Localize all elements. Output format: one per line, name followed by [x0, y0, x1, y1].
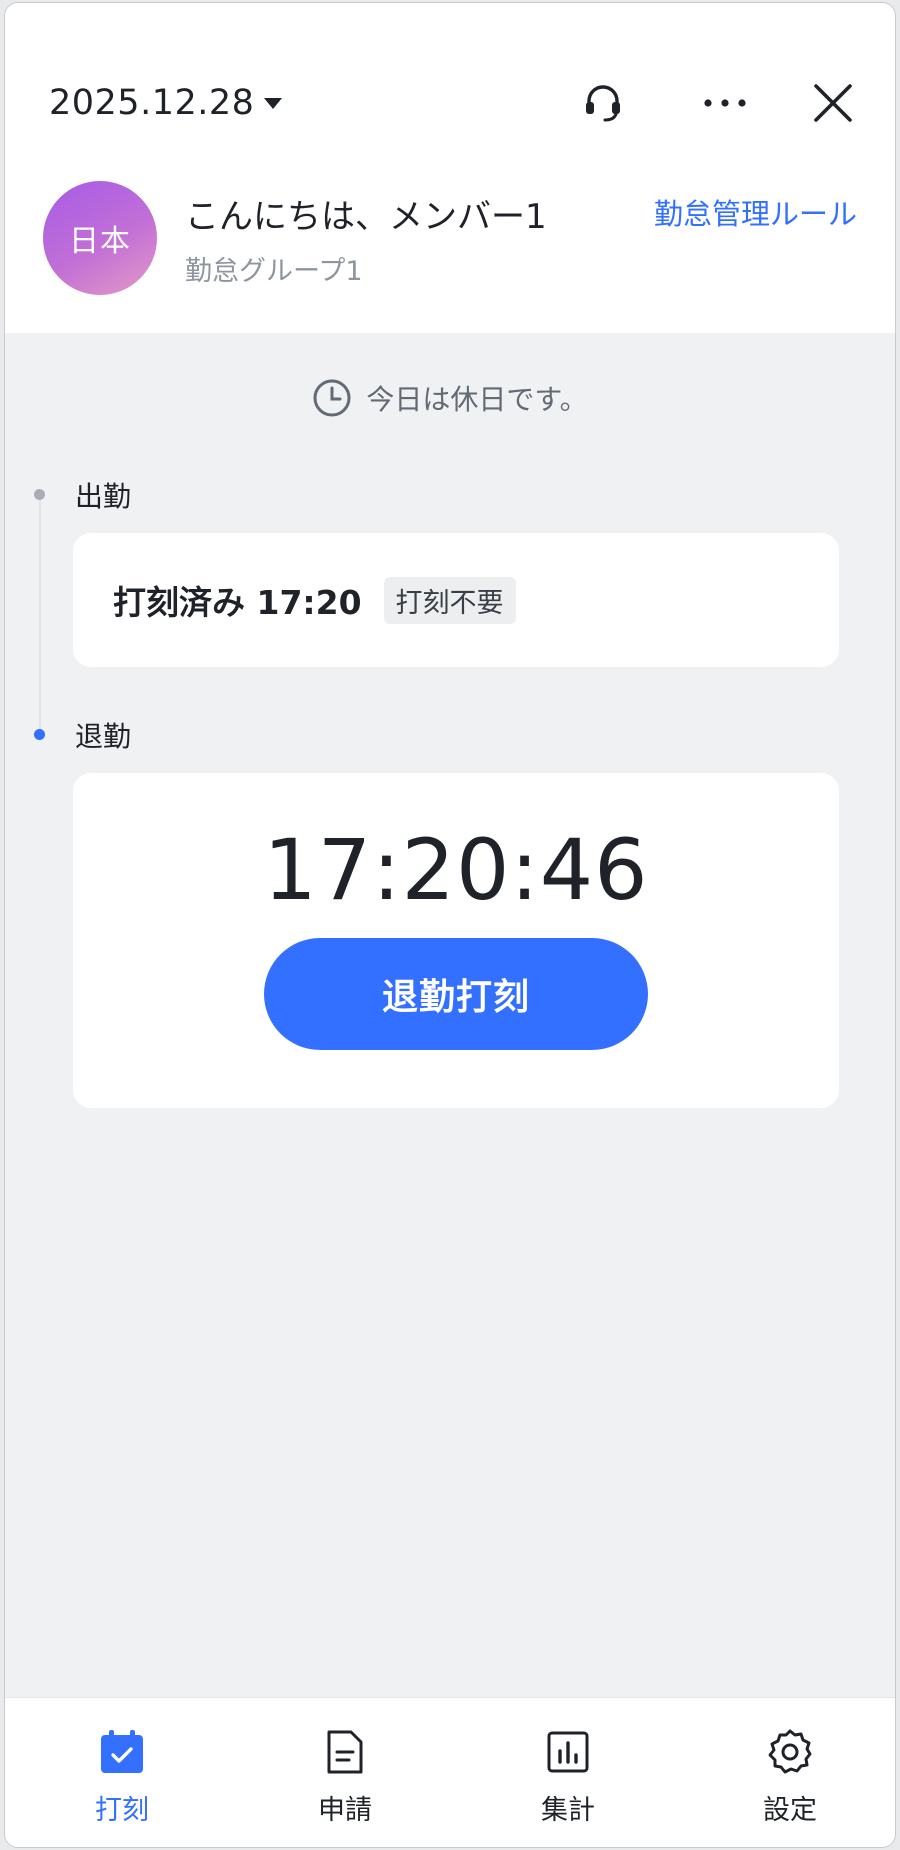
- attendance-window: 2025.12.28 日本 こんにちは、メンバー1 勤怠グループ1 勤怠管理ルー…: [4, 2, 896, 1848]
- group-name: 勤怠グループ1: [185, 256, 363, 287]
- gear-icon: [764, 1726, 816, 1778]
- tab-summary-label: 集計: [541, 1795, 595, 1826]
- punch-calendar-icon: [96, 1726, 148, 1778]
- holiday-message: 今日は休日です。: [366, 383, 588, 416]
- tab-punch-label: 打刻: [95, 1795, 149, 1826]
- profile-section: 日本 こんにちは、メンバー1 勤怠グループ1 勤怠管理ルール: [5, 173, 895, 303]
- current-time: 17:20:46: [263, 821, 649, 919]
- greeting-text: こんにちは、メンバー1: [185, 197, 547, 237]
- clock-in-label: 出勤: [75, 480, 132, 513]
- tab-summary[interactable]: 集計: [498, 1698, 638, 1847]
- holiday-status: 今日は休日です。: [5, 378, 895, 418]
- tab-punch[interactable]: 打刻: [52, 1698, 192, 1847]
- bottom-tab-bar: 打刻 申請 集計 設定: [5, 1697, 895, 1847]
- top-bar: 2025.12.28: [5, 3, 895, 143]
- bar-chart-icon: [542, 1726, 594, 1778]
- date-selector[interactable]: 2025.12.28: [49, 83, 283, 123]
- timeline-line: [39, 495, 41, 735]
- tab-settings[interactable]: 設定: [720, 1698, 860, 1847]
- clock-icon: [313, 379, 351, 417]
- header: 2025.12.28 日本 こんにちは、メンバー1 勤怠グループ1 勤怠管理ルー…: [5, 3, 895, 333]
- clock-in-record: 打刻済み 17:20 打刻不要: [113, 576, 516, 624]
- close-button[interactable]: [805, 75, 861, 131]
- avatar-text: 日本: [69, 224, 131, 259]
- punch-not-required-tag: 打刻不要: [383, 576, 516, 624]
- headset-icon: [586, 85, 620, 122]
- caret-down-icon: [264, 97, 283, 109]
- clock-in-card: 打刻済み 17:20 打刻不要: [73, 533, 839, 667]
- attendance-rules-link[interactable]: 勤怠管理ルール: [654, 191, 857, 233]
- document-icon: [319, 1726, 371, 1778]
- close-icon: [814, 84, 852, 122]
- date-text: 2025.12.28: [49, 83, 255, 123]
- more-icon: [704, 99, 746, 107]
- tab-request[interactable]: 申請: [275, 1698, 415, 1847]
- avatar: 日本: [43, 181, 157, 295]
- clock-out-dot: [34, 729, 45, 740]
- tab-settings-label: 設定: [763, 1795, 817, 1826]
- clock-out-label: 退勤: [75, 720, 132, 753]
- clock-in-dot: [34, 489, 45, 500]
- tab-request-label: 申請: [318, 1795, 372, 1826]
- support-button[interactable]: [575, 75, 631, 131]
- more-button[interactable]: [697, 75, 753, 131]
- clock-in-checked-text: 打刻済み 17:20: [113, 583, 362, 622]
- clock-out-button[interactable]: 退勤打刻: [264, 938, 648, 1050]
- clock-out-card: 17:20:46 退勤打刻: [73, 773, 839, 1108]
